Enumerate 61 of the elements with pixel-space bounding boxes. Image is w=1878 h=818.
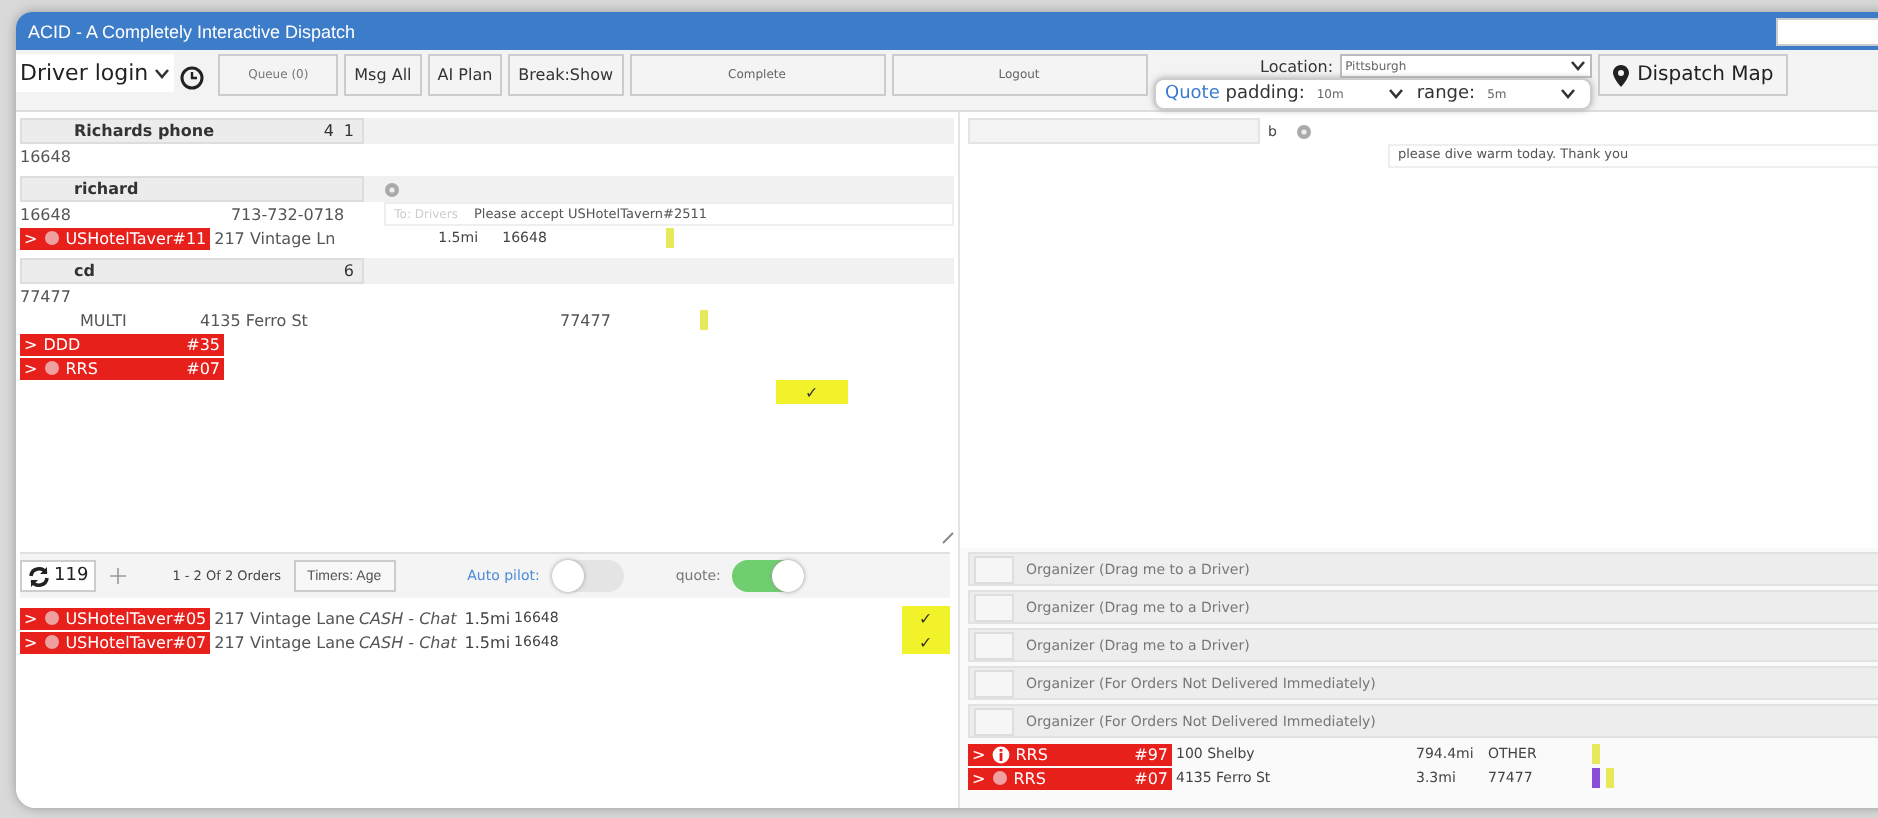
chat-recipient-field[interactable] <box>968 118 1260 144</box>
location-label: Location: <box>1260 57 1334 75</box>
driver-info-text: 16648 <box>20 205 71 223</box>
gear-icon <box>1296 123 1313 139</box>
order-tag[interactable]: > RRS #97 <box>968 743 1172 765</box>
order-tag[interactable]: > RRS #07 <box>968 767 1172 789</box>
gear-icon <box>384 181 400 197</box>
status-dot-icon <box>991 770 1008 786</box>
confirm-button[interactable]: ✓ <box>902 606 950 630</box>
info-icon <box>991 745 1010 763</box>
confirm-button[interactable]: ✓ <box>776 380 848 404</box>
checkbox[interactable] <box>974 669 1014 697</box>
resize-handle-icon <box>942 532 954 544</box>
status-dot-icon <box>43 634 60 650</box>
toggle-switch[interactable] <box>732 560 805 592</box>
driver-header[interactable]: richard <box>20 176 364 202</box>
toolbar-button[interactable]: AI Plan <box>427 54 503 96</box>
expand-icon <box>108 566 129 586</box>
order-tag[interactable]: > USHotelTaver#11 <box>20 227 211 249</box>
toolbar-button[interactable]: Break:Show <box>508 54 624 96</box>
distance-text: 1.5mi <box>464 633 511 651</box>
quote-padding-label: Quote padding: <box>1165 84 1305 104</box>
checkbox[interactable] <box>974 707 1014 735</box>
chevron-down-icon <box>1388 88 1405 100</box>
checkbox[interactable] <box>974 555 1014 583</box>
address-text: 217 Vintage Lane <box>214 633 355 651</box>
toggle-switch[interactable] <box>551 560 624 592</box>
address-text: 217 Vintage Lane <box>214 609 355 627</box>
order-tag[interactable]: > RRS #07 <box>20 357 224 379</box>
driver-info-text: 4135 Ferro St <box>200 311 310 329</box>
driver-info-text: MULTI <box>80 311 129 329</box>
toolbar-button[interactable]: Msg All <box>344 54 422 96</box>
driver-info-text: 77477 <box>20 287 71 305</box>
address-text: 217 Vintage Ln <box>214 229 338 247</box>
confirm-button[interactable]: ✓ <box>902 630 950 654</box>
title-bar-button[interactable] <box>1776 17 1878 45</box>
driver-info-text: 77477 <box>560 311 613 329</box>
dispatch-map-button[interactable]: Dispatch Map <box>1597 54 1788 96</box>
driver-header[interactable]: Richards phone 4 1 <box>20 118 364 144</box>
window-title: ACID - A Completely Interactive Dispatch <box>28 21 356 41</box>
order-tag[interactable]: > USHotelTaver#07 <box>20 631 211 653</box>
clock-icon <box>180 66 205 90</box>
range-label: range: <box>1416 84 1476 104</box>
driver-info-text: 713-732-0718 <box>230 205 345 223</box>
payment-text: CASH - Chat <box>358 633 457 651</box>
order-tag[interactable]: > DDD #35 <box>20 333 224 355</box>
status-dot-icon <box>43 230 60 246</box>
status-dot-icon <box>43 360 60 376</box>
distance-text: 1.5mi <box>464 609 511 627</box>
payment-text: CASH - Chat <box>358 609 457 627</box>
map-pin-icon <box>1611 63 1630 87</box>
driver-header[interactable]: cd 6 <box>20 258 364 284</box>
chevron-down-icon <box>154 67 171 79</box>
checkbox[interactable] <box>974 631 1014 659</box>
driver-info-text: 16648 <box>20 147 71 165</box>
checkbox[interactable] <box>974 593 1014 621</box>
refresh-button[interactable]: 119 <box>20 560 97 592</box>
status-dot-icon <box>43 610 60 626</box>
refresh-icon <box>28 565 50 587</box>
driver-login-dropdown[interactable]: Driver login <box>16 54 175 92</box>
order-tag[interactable]: > USHotelTaver#05 <box>20 607 211 629</box>
